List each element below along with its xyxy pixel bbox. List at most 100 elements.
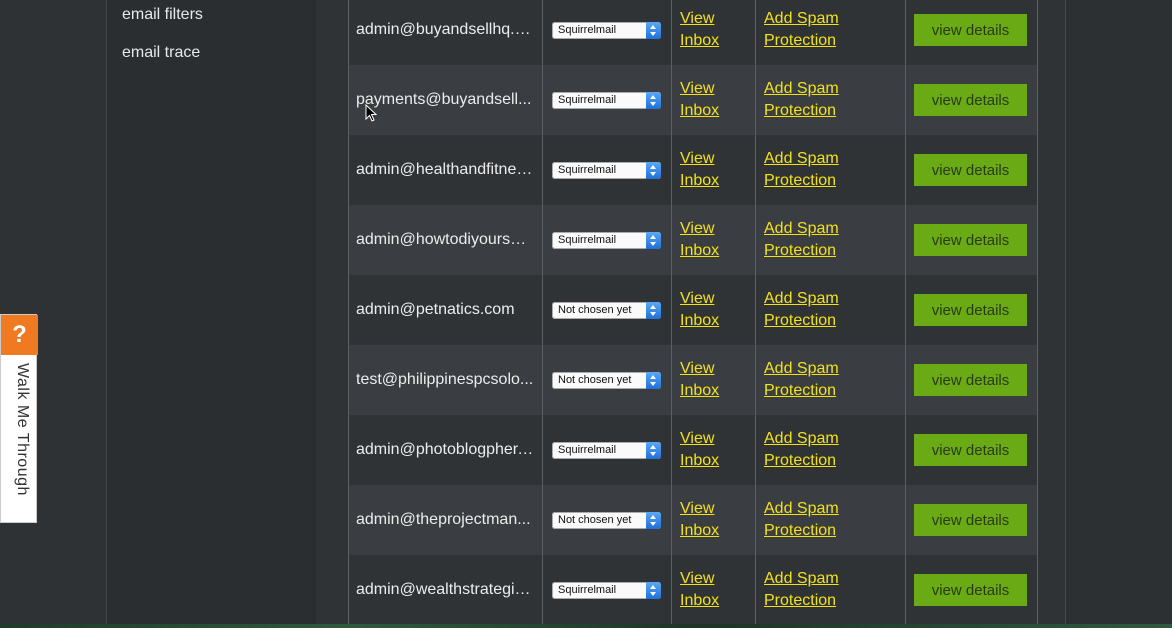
add-spam-line-2: Protection xyxy=(764,102,837,119)
view-details-button[interactable]: view details xyxy=(914,224,1027,256)
add-spam-line-2: Protection xyxy=(764,32,837,49)
select-arrows-icon xyxy=(646,371,661,389)
view-inbox-line-2: Inbox xyxy=(680,312,720,329)
add-spam-protection-link[interactable]: Add Spam Protection xyxy=(756,8,905,52)
email-cell: admin@petnatics.com xyxy=(348,275,543,345)
details-cell: view details xyxy=(905,205,1038,275)
spam-cell: Add Spam Protection xyxy=(755,0,906,65)
webmail-client-select[interactable]: Not chosen yet xyxy=(552,511,661,529)
view-inbox-link[interactable]: View Inbox xyxy=(672,428,755,472)
webmail-client-value: Not chosen yet xyxy=(558,513,632,526)
sidebar-item-email-filters[interactable]: email filters xyxy=(122,6,203,24)
walk-me-through-label: Walk Me Through xyxy=(14,363,31,496)
inbox-cell: View Inbox xyxy=(671,275,756,345)
sidebar-item-email-trace[interactable]: email trace xyxy=(122,44,200,62)
webmail-client-select[interactable]: Not chosen yet xyxy=(552,301,661,319)
view-details-button[interactable]: view details xyxy=(914,84,1027,116)
view-inbox-line-1: View xyxy=(680,290,715,307)
walk-me-through-tab[interactable]: ? Walk Me Through xyxy=(0,314,38,523)
view-details-button[interactable]: view details xyxy=(914,574,1027,606)
view-inbox-link[interactable]: View Inbox xyxy=(672,498,755,542)
view-inbox-line-2: Inbox xyxy=(680,172,720,189)
email-cell: admin@healthandfitnes... xyxy=(348,135,543,205)
add-spam-line-2: Protection xyxy=(764,592,837,609)
client-cell: Not chosen yet xyxy=(542,275,672,345)
client-cell: Squirrelmail xyxy=(542,415,672,485)
table-row: admin@wealthstrategie... Squirrelmail Vi… xyxy=(348,555,1038,625)
webmail-client-value: Not chosen yet xyxy=(558,373,632,386)
table-row: admin@howtodiyoursel... Squirrelmail Vie… xyxy=(348,205,1038,275)
webmail-client-value: Squirrelmail xyxy=(558,233,617,246)
client-cell: Squirrelmail xyxy=(542,0,672,65)
inbox-cell: View Inbox xyxy=(671,345,756,415)
view-inbox-link[interactable]: View Inbox xyxy=(672,288,755,332)
add-spam-line-1: Add Spam xyxy=(764,220,839,237)
inbox-cell: View Inbox xyxy=(671,485,756,555)
add-spam-line-1: Add Spam xyxy=(764,10,839,27)
webmail-client-value: Not chosen yet xyxy=(558,303,632,316)
desktop-wallpaper-strip xyxy=(0,624,1172,628)
add-spam-protection-link[interactable]: Add Spam Protection xyxy=(756,78,905,122)
add-spam-protection-link[interactable]: Add Spam Protection xyxy=(756,148,905,192)
inbox-cell: View Inbox xyxy=(671,135,756,205)
view-details-button[interactable]: view details xyxy=(914,434,1027,466)
spam-cell: Add Spam Protection xyxy=(755,345,906,415)
details-cell: view details xyxy=(905,415,1038,485)
add-spam-line-1: Add Spam xyxy=(764,500,839,517)
select-arrows-icon xyxy=(646,301,661,319)
email-accounts-table-wrap: admin@buyandsellhq.c... Squirrelmail Vie… xyxy=(348,0,1038,625)
view-inbox-line-1: View xyxy=(680,220,715,237)
view-inbox-link[interactable]: View Inbox xyxy=(672,568,755,612)
add-spam-line-1: Add Spam xyxy=(764,570,839,587)
webmail-client-select[interactable]: Squirrelmail xyxy=(552,581,661,599)
spam-cell: Add Spam Protection xyxy=(755,205,906,275)
spam-cell: Add Spam Protection xyxy=(755,65,906,135)
webmail-client-select[interactable]: Squirrelmail xyxy=(552,231,661,249)
view-details-button[interactable]: view details xyxy=(914,504,1027,536)
select-arrows-icon xyxy=(646,231,661,249)
webmail-client-select[interactable]: Squirrelmail xyxy=(552,161,661,179)
view-inbox-link[interactable]: View Inbox xyxy=(672,358,755,402)
webmail-client-select[interactable]: Not chosen yet xyxy=(552,371,661,389)
add-spam-protection-link[interactable]: Add Spam Protection xyxy=(756,218,905,262)
add-spam-protection-link[interactable]: Add Spam Protection xyxy=(756,288,905,332)
inbox-cell: View Inbox xyxy=(671,65,756,135)
add-spam-line-1: Add Spam xyxy=(764,430,839,447)
table-row: admin@photoblogpher.... Squirrelmail Vie… xyxy=(348,415,1038,485)
email-address: admin@buyandsellhq.c... xyxy=(356,21,534,38)
view-inbox-link[interactable]: View Inbox xyxy=(672,218,755,262)
view-inbox-line-2: Inbox xyxy=(680,102,720,119)
table-row: admin@buyandsellhq.c... Squirrelmail Vie… xyxy=(348,0,1038,65)
client-cell: Squirrelmail xyxy=(542,65,672,135)
email-cell: test@philippinespcsolo... xyxy=(348,345,543,415)
email-address: admin@petnatics.com xyxy=(356,301,515,318)
view-details-button[interactable]: view details xyxy=(914,14,1027,46)
view-details-button[interactable]: view details xyxy=(914,364,1027,396)
view-inbox-link[interactable]: View Inbox xyxy=(672,8,755,52)
inbox-cell: View Inbox xyxy=(671,205,756,275)
add-spam-line-2: Protection xyxy=(764,522,837,539)
client-cell: Not chosen yet xyxy=(542,345,672,415)
view-inbox-link[interactable]: View Inbox xyxy=(672,148,755,192)
spam-cell: Add Spam Protection xyxy=(755,485,906,555)
view-inbox-link[interactable]: View Inbox xyxy=(672,78,755,122)
add-spam-line-2: Protection xyxy=(764,242,837,259)
view-inbox-line-2: Inbox xyxy=(680,592,720,609)
question-mark-icon: ? xyxy=(1,315,38,355)
webmail-client-value: Squirrelmail xyxy=(558,583,617,596)
webmail-client-value: Squirrelmail xyxy=(558,93,617,106)
add-spam-protection-link[interactable]: Add Spam Protection xyxy=(756,358,905,402)
email-cell: admin@buyandsellhq.c... xyxy=(348,0,543,65)
email-address: admin@photoblogpher.... xyxy=(356,441,534,458)
view-details-button[interactable]: view details xyxy=(914,154,1027,186)
add-spam-protection-link[interactable]: Add Spam Protection xyxy=(756,428,905,472)
webmail-client-select[interactable]: Squirrelmail xyxy=(552,21,661,39)
webmail-client-select[interactable]: Squirrelmail xyxy=(552,91,661,109)
details-cell: view details xyxy=(905,0,1038,65)
add-spam-protection-link[interactable]: Add Spam Protection xyxy=(756,568,905,612)
table-row: admin@theprojectman... Not chosen yet Vi… xyxy=(348,485,1038,555)
view-details-button[interactable]: view details xyxy=(914,294,1027,326)
view-inbox-line-2: Inbox xyxy=(680,242,720,259)
add-spam-protection-link[interactable]: Add Spam Protection xyxy=(756,498,905,542)
webmail-client-select[interactable]: Squirrelmail xyxy=(552,441,661,459)
